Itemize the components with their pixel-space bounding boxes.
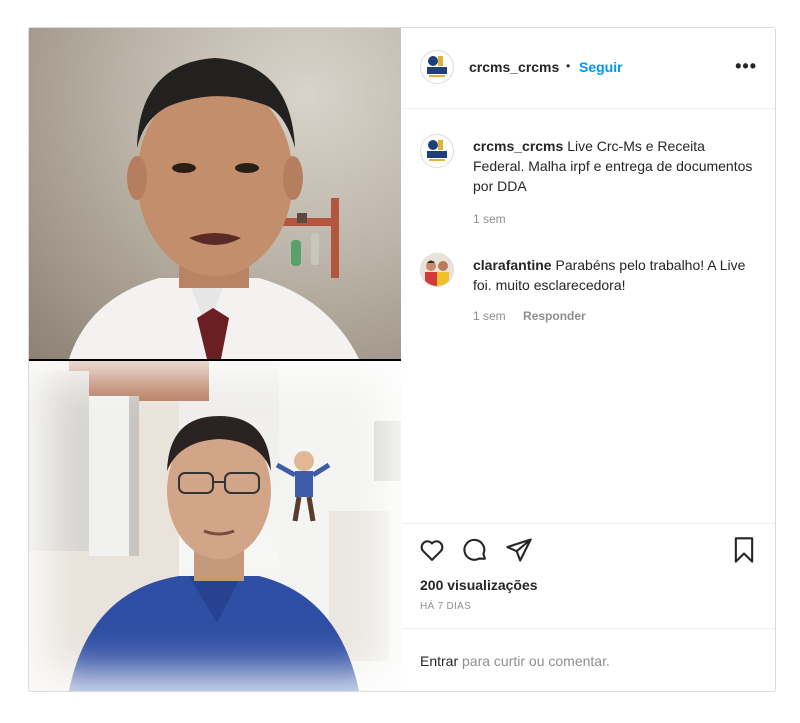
crcms-logo-icon <box>422 52 452 82</box>
comment-username[interactable]: clarafantine <box>473 257 552 273</box>
more-icon[interactable]: ••• <box>735 56 757 77</box>
post-sidebar: crcms_crcms • Seguir ••• crcms_crcms Liv… <box>402 28 775 691</box>
reply-button[interactable]: Responder <box>523 309 586 323</box>
post-card: crcms_crcms • Seguir ••• crcms_crcms Liv… <box>28 27 776 692</box>
comment-meta: 1 sem Responder <box>473 309 586 323</box>
video-frame-bottom <box>29 361 401 691</box>
caption-time[interactable]: 1 sem <box>473 212 506 226</box>
author-username[interactable]: crcms_crcms <box>469 59 559 75</box>
caption: crcms_crcms Live Crc-Ms e Receita Federa… <box>418 130 758 240</box>
follow-button[interactable]: Seguir <box>579 59 623 75</box>
speaker-two-image <box>29 361 401 691</box>
user-photo-icon <box>421 254 453 286</box>
heart-icon[interactable] <box>418 536 446 564</box>
comment-item: clarafantine Parabéns pelo trabalho! A L… <box>418 249 758 329</box>
comment-text-block: clarafantine Parabéns pelo trabalho! A L… <box>473 255 753 295</box>
login-link[interactable]: Entrar <box>420 653 458 669</box>
views-count[interactable]: 200 visualizações <box>420 577 538 593</box>
caption-meta: 1 sem <box>473 212 506 226</box>
comment-icon[interactable] <box>461 536 489 564</box>
author-avatar[interactable] <box>420 50 454 84</box>
video-frame-top <box>29 28 401 359</box>
login-prompt: Entrar para curtir ou comentar. <box>402 628 775 691</box>
caption-text-block: crcms_crcms Live Crc-Ms e Receita Federa… <box>473 136 753 196</box>
post-media-video[interactable] <box>29 28 401 691</box>
header-separator: • <box>566 59 571 73</box>
crcms-logo-icon <box>422 136 452 166</box>
caption-username[interactable]: crcms_crcms <box>473 138 563 154</box>
login-prompt-text: para curtir ou comentar. <box>462 653 610 669</box>
caption-avatar[interactable] <box>420 134 454 168</box>
post-header: crcms_crcms • Seguir ••• <box>402 28 775 109</box>
post-date[interactable]: HÁ 7 DIAS <box>420 601 471 612</box>
share-icon[interactable] <box>505 536 533 564</box>
post-actions: 200 visualizações HÁ 7 DIAS <box>402 523 775 629</box>
speaker-one-image <box>69 58 359 359</box>
comment-time[interactable]: 1 sem <box>473 309 506 323</box>
commenter-avatar[interactable] <box>420 253 454 287</box>
bookmark-icon[interactable] <box>730 536 758 564</box>
